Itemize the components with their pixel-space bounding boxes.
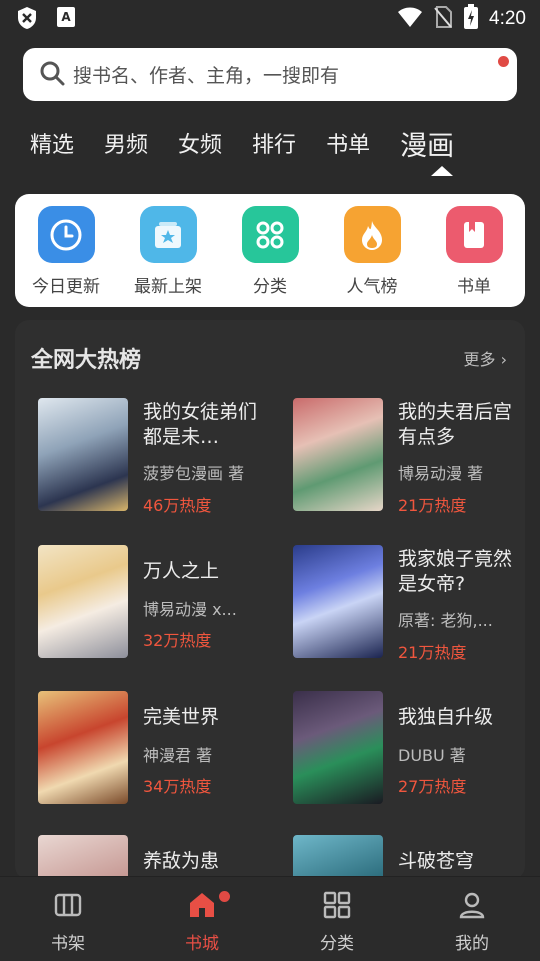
profile-icon <box>456 889 488 925</box>
comic-cover <box>293 398 383 511</box>
comic-heat: 27万热度 <box>398 777 467 796</box>
bottom-nav: 书架 书城 分类 我的 <box>0 876 540 961</box>
chevron-right-icon: › <box>500 350 507 369</box>
comic-heat: 32万热度 <box>143 631 212 650</box>
quick-booklist[interactable]: 书单 <box>429 206 519 297</box>
section-title: 全网大热榜 <box>31 348 142 373</box>
comic-cover <box>293 545 383 658</box>
hot-ranking-panel: 全网大热榜 更多 › 我的女徒弟们都是未… 菠萝包漫画 著 46万热度 我的夫君… <box>15 320 525 880</box>
category-tabs: 精选 男频 女频 排行 书单 漫画 <box>30 127 484 163</box>
tab-paihang[interactable]: 排行 <box>252 127 296 163</box>
comic-cover <box>38 398 128 511</box>
comic-title: 我独自升级 <box>398 706 494 728</box>
quick-label: 书单 <box>457 277 491 297</box>
bookshelf-icon <box>52 889 84 925</box>
status-bar: A 4:20 <box>0 0 540 36</box>
comic-author: 博易动漫 x... <box>143 600 237 619</box>
comic-author: 原著: 老狗,... <box>398 611 493 630</box>
book-icon <box>445 206 503 263</box>
quick-label: 分类 <box>253 277 287 297</box>
more-link[interactable]: 更多 › <box>463 346 507 370</box>
comic-title: 斗破苍穹 <box>398 850 475 872</box>
comic-author: 博易动漫 著 <box>398 464 484 483</box>
comic-card[interactable]: 我的夫君后宫有点多 博易动漫 著 21万热度 <box>293 398 525 515</box>
comic-card[interactable]: 我独自升级 DUBU 著 27万热度 <box>293 691 525 806</box>
quick-label: 最新上架 <box>134 277 202 297</box>
nav-profile[interactable]: 我的 <box>432 889 512 954</box>
comic-heat: 34万热度 <box>143 777 212 796</box>
clock-icon <box>37 206 95 263</box>
search-placeholder: 搜书名、作者、主角，一搜即有 <box>73 65 340 87</box>
comic-title: 万人之上 <box>143 560 220 582</box>
battery-charging-icon <box>463 4 479 34</box>
search-icon <box>39 60 65 90</box>
comic-cover <box>38 835 128 880</box>
quick-category[interactable]: 分类 <box>225 206 315 297</box>
comic-card[interactable]: 我家娘子竟然是女帝? 原著: 老狗,... 21万热度 <box>293 545 525 662</box>
nav-label: 分类 <box>320 934 354 954</box>
shield-icon <box>16 6 38 34</box>
nav-bookshelf[interactable]: 书架 <box>28 889 108 954</box>
comic-author: 菠萝包漫画 著 <box>143 464 245 483</box>
comic-card[interactable]: 养敌为患 <box>38 835 278 880</box>
notification-dot <box>219 891 230 902</box>
comic-card[interactable]: 斗破苍穹 <box>293 835 525 880</box>
nav-label: 书架 <box>51 934 85 954</box>
comic-cover <box>38 691 128 804</box>
comic-heat: 21万热度 <box>398 496 467 515</box>
comic-heat: 46万热度 <box>143 496 212 515</box>
quick-new-arrivals[interactable]: 最新上架 <box>123 206 213 297</box>
svg-text:A: A <box>61 10 71 24</box>
comic-title: 我家娘子竟然是女帝? <box>398 548 513 595</box>
nav-category[interactable]: 分类 <box>297 889 377 954</box>
nav-label: 书城 <box>185 934 219 954</box>
comic-heat: 21万热度 <box>398 643 467 662</box>
category-icon <box>321 889 353 925</box>
comic-cover <box>293 691 383 804</box>
star-box-icon <box>139 206 197 263</box>
quick-today-update[interactable]: 今日更新 <box>21 206 111 297</box>
flame-icon <box>343 206 401 263</box>
comic-title: 完美世界 <box>143 706 220 728</box>
grid-icon <box>241 206 299 263</box>
comic-card[interactable]: 完美世界 神漫君 著 34万热度 <box>38 691 278 806</box>
notification-dot <box>498 56 509 67</box>
quick-entry-panel: 今日更新 最新上架 分类 人气榜 书单 <box>15 194 525 307</box>
tab-nanpin[interactable]: 男频 <box>104 127 148 163</box>
tab-nvpin[interactable]: 女频 <box>178 127 222 163</box>
comic-author: 神漫君 著 <box>143 746 213 765</box>
comic-cover <box>38 545 128 658</box>
tab-jingxuan[interactable]: 精选 <box>30 127 74 163</box>
comic-card[interactable]: 万人之上 博易动漫 x... 32万热度 <box>38 545 278 660</box>
active-tab-indicator <box>431 166 453 176</box>
tab-shudan[interactable]: 书单 <box>326 127 370 163</box>
nav-label: 我的 <box>455 934 489 954</box>
comic-title: 养敌为患 <box>143 850 220 872</box>
quick-label: 人气榜 <box>346 277 398 297</box>
comic-author: DUBU 著 <box>398 746 466 765</box>
text-notification-icon: A <box>56 6 76 34</box>
search-bar[interactable]: 搜书名、作者、主角，一搜即有 <box>23 48 517 101</box>
store-icon <box>186 889 218 925</box>
wifi-icon <box>397 6 423 32</box>
status-time: 4:20 <box>489 8 526 29</box>
comic-cover <box>293 835 383 880</box>
nav-bookstore[interactable]: 书城 <box>162 889 242 954</box>
comic-title: 我的女徒弟们都是未… <box>143 401 258 448</box>
comic-title: 我的夫君后宫有点多 <box>398 401 513 448</box>
quick-label: 今日更新 <box>32 277 100 297</box>
comic-card[interactable]: 我的女徒弟们都是未… 菠萝包漫画 著 46万热度 <box>38 398 278 515</box>
more-label: 更多 <box>463 350 496 369</box>
no-sim-icon <box>433 5 453 33</box>
tab-manhua[interactable]: 漫画 <box>400 124 454 163</box>
quick-popular[interactable]: 人气榜 <box>327 206 417 297</box>
